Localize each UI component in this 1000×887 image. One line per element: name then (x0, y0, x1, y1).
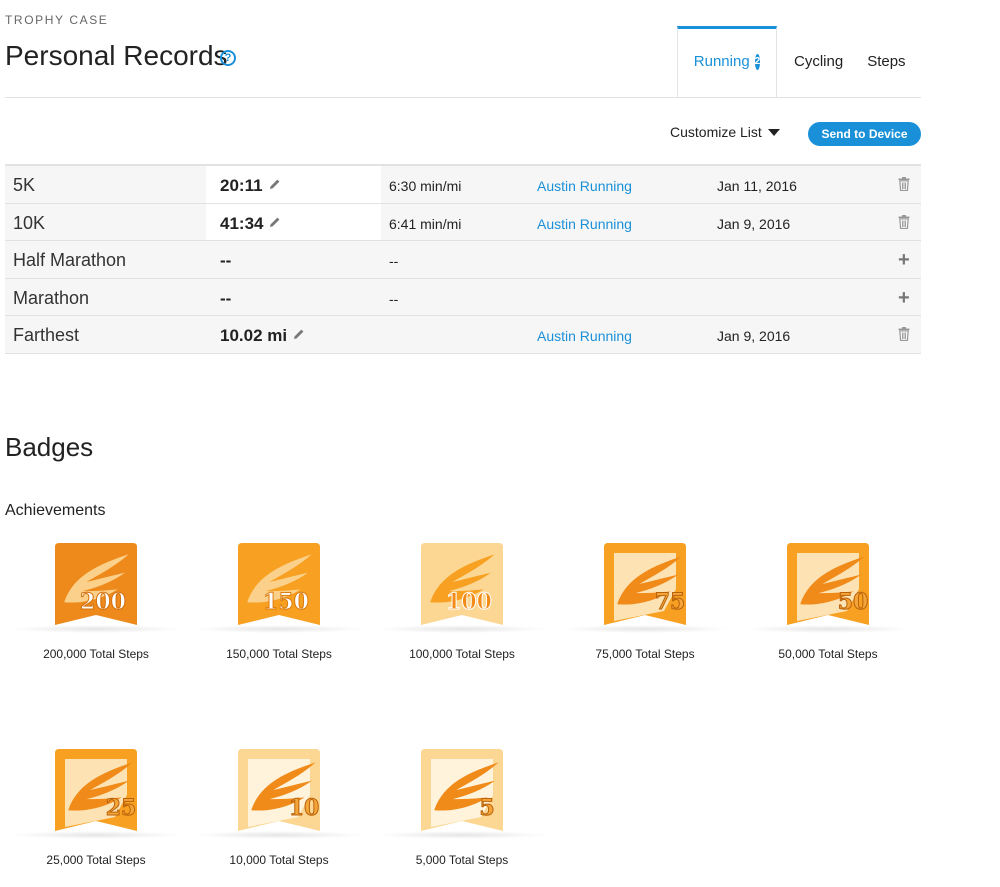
record-row: Half Marathon -- -- + (5, 241, 921, 279)
record-time-value: 20:11 (220, 176, 263, 195)
badge-number: 75 (655, 589, 686, 615)
trash-icon[interactable] (898, 214, 912, 231)
badge-label: 10,000 Total Steps (229, 853, 329, 867)
record-pace: -- (389, 290, 399, 307)
question-circle-icon[interactable]: ? (220, 50, 236, 66)
record-activity-link[interactable]: Austin Running (537, 328, 632, 344)
record-name: Farthest (13, 325, 80, 346)
badge-number: 200 (80, 589, 126, 615)
badges-title: Badges (5, 432, 94, 462)
badge-number: 25 (106, 795, 137, 821)
achievements-subtitle: Achievements (5, 502, 106, 519)
record-pace: 6:41 min/mi (389, 215, 462, 232)
customize-list-dropdown[interactable]: Customize List (670, 124, 780, 140)
record-time: 20:11 (220, 176, 281, 196)
badge-shadow (193, 625, 365, 633)
pencil-icon[interactable] (269, 216, 281, 228)
send-to-device-button[interactable]: Send to Device (808, 122, 921, 146)
time-cell-bg (206, 278, 381, 316)
badge-shadow (376, 625, 548, 633)
badge-number: 150 (263, 589, 309, 615)
records-table: 5K 20:11 6:30 min/mi Austin Running Jan 11, … (5, 164, 921, 354)
tab-steps[interactable]: Steps (851, 26, 919, 97)
winged-badge-icon: 50 (787, 543, 869, 625)
record-time: 41:34 (220, 214, 281, 234)
eyebrow: TROPHY CASE (5, 13, 109, 27)
record-date: Jan 9, 2016 (717, 328, 791, 345)
customize-list-label: Customize List (670, 124, 762, 140)
badge-card[interactable]: 25 25,000 Total Steps (5, 749, 187, 867)
winged-badge-icon: 25 (55, 749, 137, 831)
badge-number: 100 (446, 589, 492, 615)
chevron-down-icon (767, 128, 780, 136)
tab-cycling[interactable]: Cycling (777, 26, 851, 97)
record-date: Jan 9, 2016 (717, 215, 791, 232)
record-name: 10K (13, 212, 46, 233)
winged-badge-icon: 75 (604, 543, 686, 625)
pencil-icon[interactable] (293, 328, 305, 340)
badge-card[interactable]: 150 150,000 Total Steps (188, 543, 370, 661)
trash-icon[interactable] (898, 177, 912, 193)
pencil-icon[interactable] (269, 178, 281, 190)
badge-number: 50 (838, 589, 869, 615)
time-cell-bg (206, 241, 381, 278)
record-name: 5K (13, 175, 36, 195)
record-time: 10.02 mi (220, 326, 305, 346)
badge-label: 25,000 Total Steps (46, 853, 146, 867)
record-pace: 6:30 min/mi (389, 178, 462, 194)
record-row: Farthest 10.02 mi Austin Running Jan 9, 201… (5, 316, 921, 354)
badge-label: 50,000 Total Steps (778, 647, 878, 661)
trash-icon[interactable] (898, 327, 912, 343)
badge-card[interactable]: 100 100,000 Total Steps (371, 543, 553, 661)
badge-number: 5 (479, 795, 494, 821)
record-time: -- (220, 289, 231, 309)
record-time: -- (220, 251, 231, 271)
winged-badge-icon: 100 (421, 543, 503, 625)
record-time-value: 41:34 (220, 213, 264, 233)
tab-running-label: Running (693, 53, 750, 70)
tab-running-count: 2 (754, 53, 761, 70)
record-name: Marathon (13, 287, 90, 308)
badge-number: 10 (289, 795, 320, 821)
record-row: 5K 20:11 6:30 min/mi Austin Running Jan 11, … (5, 166, 921, 204)
record-name: Half Marathon (13, 250, 127, 271)
record-time-value: -- (220, 288, 232, 308)
record-row: Marathon -- -- + (5, 278, 921, 317)
record-pace: -- (389, 253, 399, 270)
page-title: Personal Records (5, 40, 228, 71)
record-row: 10K 41:34 6:41 min/mi Austin Running Jan 9, … (5, 203, 921, 242)
badge-shadow (742, 625, 914, 633)
badge-label: 75,000 Total Steps (595, 647, 695, 661)
plus-icon[interactable]: + (898, 250, 910, 270)
badge-label: 150,000 Total Steps (226, 647, 332, 661)
winged-badge-icon: 150 (238, 543, 320, 625)
plus-icon[interactable]: + (898, 288, 910, 308)
record-time-value: 10.02 mi (220, 326, 288, 346)
tab-bar: Running 2 Cycling Steps (677, 26, 920, 97)
badge-label: 5,000 Total Steps (415, 853, 509, 867)
record-date: Jan 11, 2016 (717, 178, 797, 194)
badge-shadow (10, 625, 182, 633)
badge-shadow (10, 831, 182, 839)
winged-badge-icon: 10 (238, 749, 320, 831)
badge-card[interactable]: 200 200,000 Total Steps (5, 543, 187, 661)
badge-shadow (559, 625, 731, 633)
badge-label: 100,000 Total Steps (409, 647, 515, 661)
badge-label: 200,000 Total Steps (43, 647, 149, 661)
record-time-value: -- (220, 251, 232, 271)
winged-badge-icon: 200 (55, 543, 137, 625)
badge-card[interactable]: 75 75,000 Total Steps (554, 543, 736, 661)
badge-card[interactable]: 5 5,000 Total Steps (371, 749, 553, 867)
tab-running[interactable]: Running 2 (677, 26, 777, 97)
winged-badge-icon: 5 (421, 749, 503, 831)
badge-card[interactable]: 50 50,000 Total Steps (737, 543, 919, 661)
badge-card[interactable]: 10 10,000 Total Steps (188, 749, 370, 867)
badge-shadow (193, 831, 365, 839)
badge-shadow (376, 831, 548, 839)
record-activity-link[interactable]: Austin Running (537, 178, 632, 194)
record-activity-link[interactable]: Austin Running (537, 216, 632, 232)
divider (5, 97, 921, 98)
